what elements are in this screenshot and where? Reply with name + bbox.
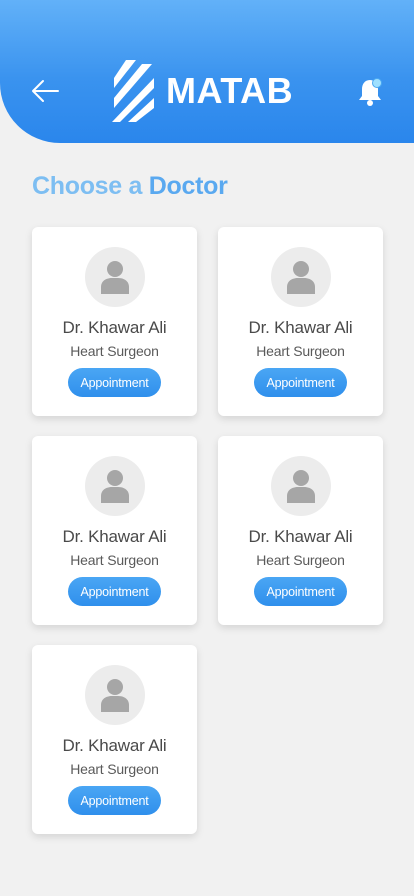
- app-logo: MATAB: [112, 58, 312, 124]
- doctor-card[interactable]: Dr. Khawar Ali Heart Surgeon Appointment: [218, 227, 383, 416]
- avatar: [270, 247, 331, 307]
- doctor-name: Dr. Khawar Ali: [248, 527, 353, 546]
- user-placeholder-icon: [100, 470, 129, 503]
- appointment-button[interactable]: Appointment: [68, 368, 161, 397]
- doctor-name: Dr. Khawar Ali: [62, 527, 167, 546]
- page-title-prefix: Choose a: [32, 172, 149, 200]
- doctor-name: Dr. Khawar Ali: [62, 736, 167, 755]
- avatar: [84, 247, 145, 307]
- page-title-emphasis: Doctor: [148, 172, 228, 200]
- back-button[interactable]: [30, 78, 60, 104]
- doctor-name: Dr. Khawar Ali: [62, 318, 167, 337]
- notification-dot: [372, 78, 382, 88]
- doctor-card[interactable]: Dr. Khawar Ali Heart Surgeon Appointment: [32, 227, 197, 416]
- doctor-specialty: Heart Surgeon: [70, 552, 159, 568]
- notifications-button[interactable]: [354, 76, 386, 108]
- app-header: MATAB: [0, 0, 414, 143]
- doctor-card[interactable]: Dr. Khawar Ali Heart Surgeon Appointment: [32, 436, 197, 625]
- user-placeholder-icon: [286, 470, 315, 503]
- user-placeholder-icon: [286, 261, 315, 294]
- doctor-name: Dr. Khawar Ali: [248, 318, 353, 337]
- appointment-button[interactable]: Appointment: [68, 577, 161, 606]
- doctor-specialty: Heart Surgeon: [256, 343, 345, 359]
- doctor-card[interactable]: Dr. Khawar Ali Heart Surgeon Appointment: [218, 436, 383, 625]
- avatar: [270, 456, 331, 516]
- user-placeholder-icon: [100, 261, 129, 294]
- appointment-button[interactable]: Appointment: [68, 786, 161, 815]
- page-title: Choose a Doctor: [32, 172, 228, 201]
- user-placeholder-icon: [100, 679, 129, 712]
- appointment-button[interactable]: Appointment: [254, 577, 347, 606]
- avatar: [84, 665, 145, 725]
- back-arrow-icon: [32, 80, 59, 102]
- doctor-card[interactable]: Dr. Khawar Ali Heart Surgeon Appointment: [32, 645, 197, 834]
- avatar: [84, 456, 145, 516]
- doctor-specialty: Heart Surgeon: [70, 343, 159, 359]
- logo-text: MATAB: [166, 70, 294, 111]
- doctor-specialty: Heart Surgeon: [256, 552, 345, 568]
- logo-mark-icon: [112, 60, 154, 122]
- doctor-specialty: Heart Surgeon: [70, 761, 159, 777]
- appointment-button[interactable]: Appointment: [254, 368, 347, 397]
